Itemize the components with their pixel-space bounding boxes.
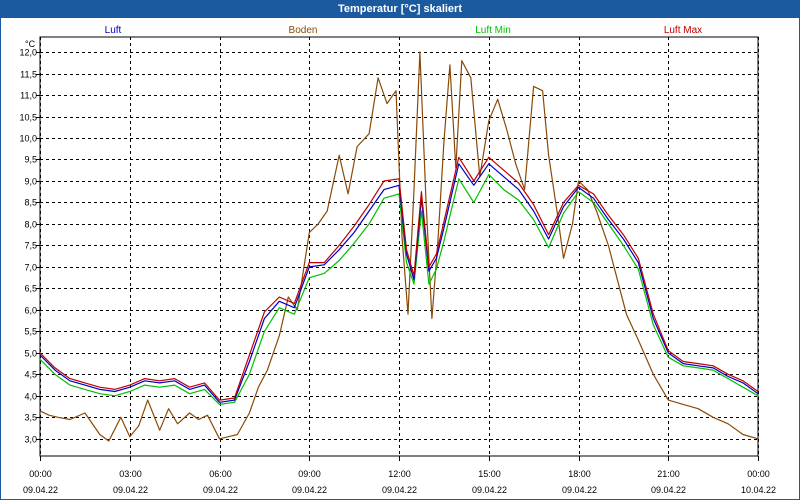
x-tick-time-label: 00:00 — [747, 469, 770, 479]
legend-item-luft-max: Luft Max — [664, 25, 702, 36]
y-axis-ticks: 12,0 11,5 11,0 10,5 10,0 9,5 9,0 8,5 8,0 7,5 7,0 6,… — [19, 48, 40, 445]
y-tick-label: 5,0 — [24, 349, 37, 359]
y-tick-label: 5,5 — [24, 327, 37, 337]
x-tick-date-label: 09.04.22 — [113, 485, 148, 495]
x-tick-time-label: 12:00 — [388, 469, 411, 479]
x-tick-time-label: 09:00 — [298, 469, 321, 479]
x-tick-date-label: 09.04.22 — [472, 485, 507, 495]
x-tick-time-label: 15:00 — [478, 469, 501, 479]
x-tick-date-label: 09.04.22 — [651, 485, 686, 495]
legend-item-luft-min: Luft Min — [475, 25, 511, 36]
legend: Luft Boden Luft Min Luft Max — [105, 25, 703, 36]
x-tick-date-label: 09.04.22 — [382, 485, 417, 495]
x-tick-date-label: 09.04.22 — [203, 485, 238, 495]
x-tick-date-label: 09.04.22 — [23, 485, 58, 495]
y-tick-label: 6,5 — [24, 284, 37, 294]
y-tick-label: 6,0 — [24, 306, 37, 316]
temperature-chart: 12,0 11,5 11,0 10,5 10,0 9,5 9,0 8,5 8,0 7,5 7,0 6,… — [19, 25, 776, 495]
y-tick-label: 9,5 — [24, 155, 37, 165]
y-tick-label: 11,0 — [20, 91, 37, 101]
x-tick-time-label: 06:00 — [209, 469, 232, 479]
y-tick-label: 10,0 — [19, 134, 37, 144]
y-tick-label: 3,5 — [24, 413, 37, 423]
y-tick-label: 12,0 — [19, 48, 37, 58]
x-tick-time-label: 03:00 — [119, 469, 142, 479]
y-tick-label: 9,0 — [24, 177, 37, 187]
y-tick-label: 8,0 — [24, 220, 37, 230]
grid-lines — [40, 37, 759, 456]
y-tick-label: 3,0 — [24, 435, 37, 445]
y-tick-label: 7,5 — [24, 241, 37, 251]
y-tick-label: 4,5 — [24, 370, 37, 380]
x-tick-date-label: 10.04.22 — [741, 485, 776, 495]
y-tick-label: 11,5 — [20, 70, 37, 80]
y-tick-label: 4,0 — [24, 392, 37, 402]
x-tick-date-label: 09.04.22 — [292, 485, 327, 495]
y-axis-label: °C — [25, 39, 36, 49]
x-axis-ticks: 00:00 09.04.22 03:00 09.04.22 06:00 09.04.22 0… — [23, 456, 776, 495]
x-tick-time-label: 18:00 — [568, 469, 591, 479]
y-tick-label: 10,5 — [19, 113, 37, 123]
x-tick-date-label: 09.04.22 — [562, 485, 597, 495]
legend-item-luft: Luft — [105, 25, 122, 36]
x-tick-time-label: 21:00 — [657, 469, 680, 479]
y-tick-label: 7,0 — [24, 263, 37, 273]
legend-item-boden: Boden — [289, 25, 318, 36]
x-tick-time-label: 00:00 — [29, 469, 52, 479]
y-tick-label: 8,5 — [24, 198, 37, 208]
